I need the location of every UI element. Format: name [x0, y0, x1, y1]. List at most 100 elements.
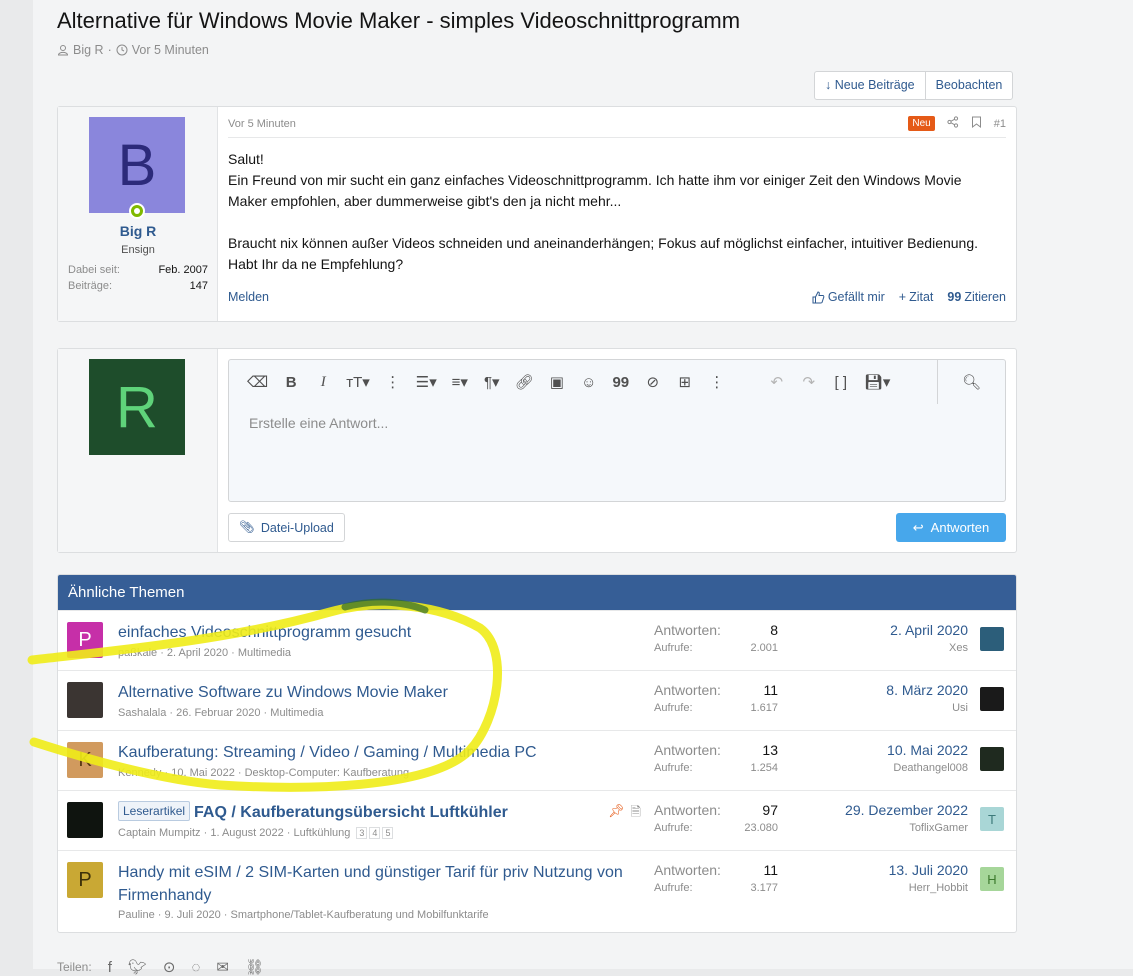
file-upload-button[interactable]: 📎︎ Datei-Upload: [228, 513, 345, 542]
twitter-icon[interactable]: 🐦︎: [128, 958, 147, 976]
preview-icon[interactable]: 🔍︎: [937, 360, 1005, 404]
more-options-icon[interactable]: ⋮: [708, 373, 726, 391]
similar-thread-row: Peinfaches Videoschnittprogramm gesucht p…: [58, 610, 1016, 670]
last-post-date[interactable]: 8. März 2020: [886, 682, 968, 698]
page-link[interactable]: 4: [369, 827, 381, 839]
align-icon[interactable]: ≡▾: [451, 373, 469, 391]
quote-block-icon[interactable]: 99: [612, 374, 630, 391]
thread-stats: Antworten: 8 Aufrufe: 2.001: [654, 622, 778, 654]
smiley-icon[interactable]: ☺: [580, 374, 598, 391]
last-post-user[interactable]: Xes: [890, 642, 968, 654]
last-poster-avatar[interactable]: H: [980, 867, 1004, 891]
user-stat-joined: Dabei seit: Feb. 2007: [68, 264, 208, 276]
thread-start-date[interactable]: 26. Februar 2020: [176, 707, 260, 719]
link-icon[interactable]: ⛓: [245, 958, 264, 976]
similar-thread-title[interactable]: Handy mit eSIM / 2 SIM-Karten und günsti…: [118, 861, 638, 907]
page-link[interactable]: 3: [356, 827, 368, 839]
similar-thread-title[interactable]: Leserartikel FAQ / Kaufberatungsübersicht…: [118, 801, 638, 824]
quote-button[interactable]: 99 Zitieren: [947, 290, 1006, 304]
thread-forum[interactable]: Luftkühlung: [294, 827, 351, 839]
thread-starter-avatar[interactable]: K: [67, 742, 103, 778]
page-link[interactable]: 5: [382, 827, 394, 839]
post-number[interactable]: #1: [994, 118, 1006, 130]
thread-start-date[interactable]: 10. Mai 2022: [171, 767, 235, 779]
user-avatar[interactable]: B: [89, 117, 185, 213]
thread-starter-avatar[interactable]: P: [67, 862, 103, 898]
undo-icon[interactable]: ↶: [768, 373, 786, 391]
spoiler-icon[interactable]: ⊘: [644, 373, 662, 391]
thread-stats: Antworten: 11 Aufrufe: 3.177: [654, 862, 778, 894]
thread-start-date[interactable]: 9. Juli 2020: [164, 909, 220, 921]
thread-starter-name[interactable]: Pauline: [118, 909, 155, 921]
reply-submit-button[interactable]: ↩ Antworten: [896, 513, 1006, 542]
reply-input[interactable]: Erstelle eine Antwort...: [249, 415, 388, 431]
thread-forum[interactable]: Desktop-Computer: Kaufberatung: [245, 767, 409, 779]
similar-thread-title[interactable]: Kaufberatung: Streaming / Video / Gaming…: [118, 741, 638, 764]
bold-icon[interactable]: B: [282, 374, 300, 391]
thread-forum[interactable]: Multimedia: [270, 707, 323, 719]
text-size-icon[interactable]: ᴛT▾: [346, 373, 370, 391]
thread-author[interactable]: Big R: [73, 43, 104, 57]
view-count: 1.617: [750, 702, 778, 714]
link-icon[interactable]: 🔗︎: [515, 373, 534, 391]
new-posts-button[interactable]: ↓ Neue Beiträge: [815, 72, 925, 99]
paragraph-icon[interactable]: ¶▾: [483, 373, 501, 391]
like-button[interactable]: Gefällt mir: [812, 290, 885, 304]
thread-forum[interactable]: Multimedia: [238, 647, 291, 659]
thread-starter-avatar[interactable]: [67, 682, 103, 718]
last-poster-avatar[interactable]: [980, 747, 1004, 771]
thumbs-up-icon: [812, 290, 825, 303]
thread-starter-name[interactable]: paßkale: [118, 647, 157, 659]
eraser-icon[interactable]: ⌫: [247, 373, 268, 391]
thread-prefix-tag[interactable]: Leserartikel: [118, 801, 191, 821]
last-poster-avatar[interactable]: [980, 687, 1004, 711]
last-poster-avatar[interactable]: [980, 627, 1004, 651]
email-icon[interactable]: ✉: [216, 958, 229, 976]
thread-starter-name[interactable]: Captain Mumpitz: [118, 827, 201, 839]
last-post-info: 10. Mai 2022 Deathangel008: [887, 742, 968, 774]
last-poster-avatar[interactable]: T: [980, 807, 1004, 831]
thread-forum[interactable]: Smartphone/Tablet-Kaufberatung und Mobil…: [231, 909, 489, 921]
reply-editor[interactable]: ⌫ B I ᴛT▾ ⋮ ☰▾ ≡▾ ¶▾ 🔗︎ ▣ ☺ 99 ⊘ ⊞ ⋮ ↶ ↷…: [228, 359, 1006, 502]
last-post-user[interactable]: Usi: [886, 702, 968, 714]
thread-starter-name[interactable]: Kennedy: [118, 767, 161, 779]
watch-button[interactable]: Beobachten: [924, 72, 1013, 99]
thread-starter-avatar[interactable]: P: [67, 622, 103, 658]
similar-thread-title[interactable]: einfaches Videoschnittprogramm gesucht: [118, 621, 638, 644]
image-icon[interactable]: ▣: [548, 373, 566, 391]
user-stat-posts: Beiträge: 147: [68, 280, 208, 292]
current-user-avatar[interactable]: R: [89, 359, 185, 455]
post-time[interactable]: Vor 5 Minuten: [228, 118, 296, 130]
last-post-user[interactable]: Deathangel008: [887, 762, 968, 774]
view-count: 1.254: [750, 762, 778, 774]
whatsapp-icon[interactable]: ◌: [191, 959, 200, 976]
reddit-icon[interactable]: ⊙: [163, 958, 176, 976]
list-icon[interactable]: ☰▾: [416, 373, 437, 391]
last-post-date[interactable]: 2. April 2020: [890, 622, 968, 638]
table-icon[interactable]: ⊞: [676, 373, 694, 391]
last-post-user[interactable]: ToflixGamer: [845, 822, 968, 834]
post-user-column: B Big R Ensign Dabei seit: Feb. 2007 Beit…: [58, 107, 218, 321]
thread-start-date[interactable]: 2. April 2020: [167, 647, 228, 659]
user-title: Ensign: [121, 244, 155, 256]
more-options-icon[interactable]: ⋮: [384, 373, 402, 391]
thread-starter-name[interactable]: Sashalala: [118, 707, 166, 719]
redo-icon[interactable]: ↷: [800, 373, 818, 391]
username[interactable]: Big R: [58, 223, 218, 239]
last-post-date[interactable]: 10. Mai 2022: [887, 742, 968, 758]
similar-thread-title[interactable]: Alternative Software zu Windows Movie Ma…: [118, 681, 638, 704]
last-post-date[interactable]: 13. Juli 2020: [889, 862, 968, 878]
drafts-icon[interactable]: 💾︎▾: [864, 373, 891, 391]
facebook-icon[interactable]: f: [108, 959, 112, 976]
report-link[interactable]: Melden: [228, 290, 269, 304]
last-post-date[interactable]: 29. Dezember 2022: [845, 802, 968, 818]
thread-time[interactable]: Vor 5 Minuten: [132, 43, 209, 57]
thread-start-date[interactable]: 1. August 2022: [210, 827, 283, 839]
add-quote-button[interactable]: + Zitat: [899, 290, 934, 304]
thread-starter-avatar[interactable]: [67, 802, 103, 838]
italic-icon[interactable]: I: [314, 374, 332, 391]
bbcode-icon[interactable]: [ ]: [832, 374, 850, 391]
bookmark-icon[interactable]: [971, 116, 982, 131]
last-post-user[interactable]: Herr_Hobbit: [889, 882, 968, 894]
share-icon[interactable]: [947, 116, 959, 131]
